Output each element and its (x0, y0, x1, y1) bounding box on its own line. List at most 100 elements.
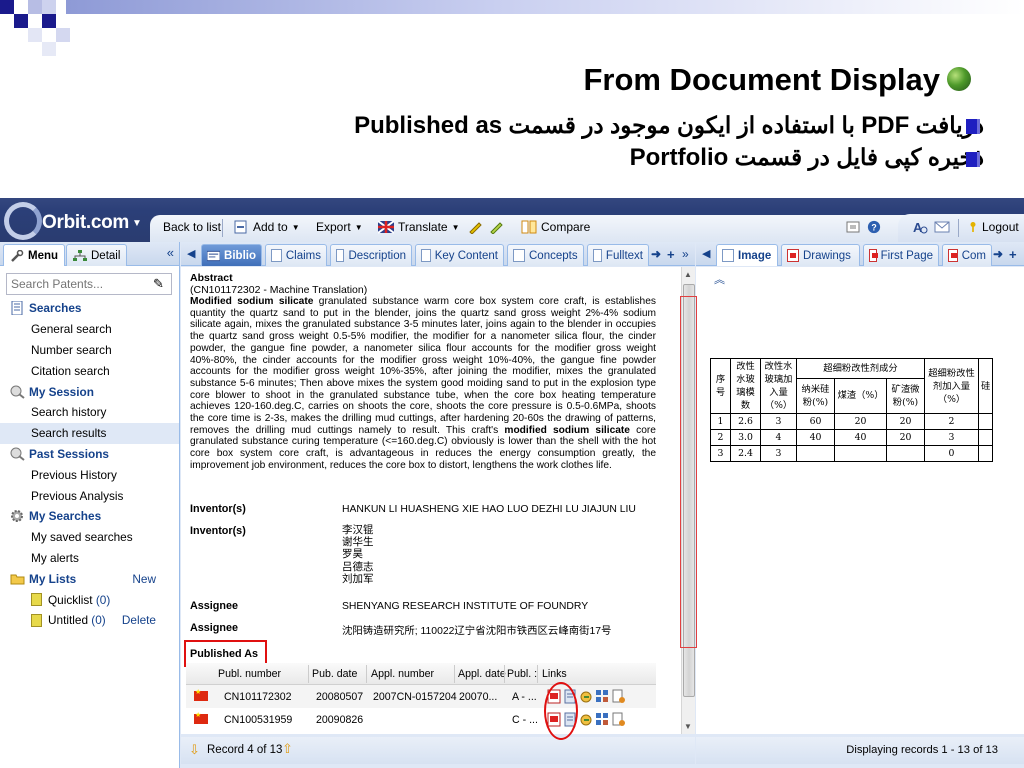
compare-button[interactable]: Compare (521, 220, 590, 234)
tab-description[interactable]: Description (330, 244, 412, 266)
table-row[interactable]: CN100531959 20090826 C - ... (186, 708, 656, 731)
scroll-left-icon[interactable]: ◀ (702, 247, 710, 260)
tab-menu[interactable]: Menu (3, 244, 66, 266)
bullet-2: ذخیره کپی فایل در قسمت Portfolio (629, 144, 984, 171)
abstract-subtitle: (CN101172302 - Machine Translation) (190, 284, 368, 296)
nav-saved-searches[interactable]: My saved searches (0, 527, 179, 548)
nav-search-history[interactable]: Search history (0, 402, 179, 423)
middle-tab-strip: ◀ Biblio Claims Description Key Content … (181, 242, 695, 266)
grid-icon[interactable] (595, 712, 610, 727)
scroll-up-icon: ▲ (684, 270, 692, 279)
wrench-icon (11, 249, 24, 262)
document-icon (722, 249, 734, 262)
nav-quicklist[interactable]: Quicklist (0) (0, 589, 179, 610)
portfolio-icon[interactable] (579, 712, 594, 727)
marker-icon[interactable] (488, 220, 504, 234)
back-to-list-button[interactable]: Back to list (163, 220, 221, 234)
tab-detail[interactable]: Detail (66, 244, 128, 266)
nav-past-sessions[interactable]: Past Sessions (0, 444, 179, 465)
add-to-button[interactable]: Add to ▼ (233, 220, 300, 234)
biblio-content: Abstract (CN101172302 - Machine Translat… (181, 267, 682, 734)
nav-previous-analysis[interactable]: Previous Analysis (0, 485, 179, 506)
tab-drawings[interactable]: Drawings (781, 244, 860, 266)
portfolio-icon[interactable] (579, 689, 594, 704)
new-list-link[interactable]: New (132, 572, 156, 586)
tab-concepts[interactable]: Concepts (507, 244, 584, 266)
document-gear-icon[interactable] (611, 689, 626, 704)
tab-image[interactable]: Image (716, 244, 778, 266)
tab-key-content[interactable]: Key Content (415, 244, 504, 266)
tab-scroll-right-icon[interactable]: ➜ (651, 247, 661, 261)
arrow-down-icon[interactable]: ⇩ (189, 742, 200, 758)
tab-biblio[interactable]: Biblio (201, 244, 262, 266)
nav-my-lists[interactable]: My Lists New (0, 568, 179, 589)
scroll-left-icon[interactable]: ◀ (187, 247, 195, 260)
orbit-app: Orbit.com ▼ Back to list Add to ▼ Export ▼… (0, 198, 1024, 768)
pdf-icon (787, 249, 799, 262)
pdf-icon (869, 249, 878, 262)
slide-decoration (0, 0, 1024, 56)
flag-china-icon (194, 688, 208, 701)
assignee-cn-label: Assignee (190, 622, 239, 634)
document-icon (513, 249, 525, 262)
search-pen-icon[interactable]: ✎ (153, 276, 164, 292)
mail-icon[interactable] (934, 220, 950, 234)
orbit-logo[interactable]: Orbit.com ▼ (2, 200, 150, 240)
orbit-ring-icon (4, 202, 42, 240)
tab-scroll-right-icon[interactable]: ➜ (993, 247, 1003, 261)
font-size-icon[interactable]: A (912, 220, 928, 234)
nav-my-searches[interactable]: My Searches (0, 506, 179, 527)
scroll-down-icon: ▼ (684, 722, 692, 731)
arrow-up-icon[interactable]: ⇧ (282, 741, 293, 757)
list-icon (31, 593, 42, 607)
nav-previous-history[interactable]: Previous History (0, 464, 179, 485)
tab-first-page[interactable]: First Page (863, 244, 939, 266)
nav-general-search[interactable]: General search (0, 319, 179, 340)
nav-my-alerts[interactable]: My alerts (0, 548, 179, 569)
collapse-left-icon[interactable]: « (167, 245, 174, 260)
nav-citation-search[interactable]: Citation search (0, 360, 179, 381)
toolbar: Orbit.com ▼ Back to list Add to ▼ Export ▼… (0, 198, 1024, 242)
tab-com[interactable]: Com (942, 244, 992, 266)
add-tab-icon[interactable]: + (1009, 247, 1017, 262)
nav-searches[interactable]: Searches (0, 298, 179, 319)
folder-icon (10, 574, 25, 585)
green-ball-icon (947, 67, 971, 91)
window-icon[interactable] (845, 220, 861, 234)
left-panel: Menu Detail « ✎ Searches General search … (0, 242, 180, 768)
delete-list-link[interactable]: Delete (122, 613, 156, 627)
assignee-label: Assignee (190, 600, 239, 612)
add-tab-icon[interactable]: + (667, 247, 675, 262)
tab-fulltext[interactable]: Fulltext (587, 244, 649, 266)
expand-up-icon[interactable]: ︽ (714, 271, 725, 287)
search-patents-input[interactable] (6, 273, 172, 295)
table-row[interactable]: CN101172302 20080507 2007CN-0157204 2007… (186, 685, 656, 708)
table-row: 2 3.0 4 40 40 20 3 (710, 429, 994, 446)
translate-button[interactable]: Translate ▼ (378, 220, 460, 234)
flag-uk-icon (378, 220, 394, 234)
nav-my-session[interactable]: My Session (0, 381, 179, 402)
compare-icon (521, 220, 537, 234)
double-right-icon[interactable]: » (682, 247, 689, 261)
bullet-square-icon (966, 119, 980, 134)
scroll-highlight (680, 296, 697, 648)
highlight-pen-icon[interactable] (467, 220, 483, 234)
pdf-icon (948, 249, 958, 262)
table-header: Publ. number Pub. date Appl. number Appl… (186, 663, 656, 685)
image-content: ︽ 序号 改性水玻璃模数 改性水玻璃加入量（%） 超细粉改性剂成分 超细粉改性剂… (696, 267, 1024, 734)
list-icon (31, 613, 42, 627)
abstract-label: Abstract (190, 272, 233, 284)
grid-icon[interactable] (595, 689, 610, 704)
nav-search-results[interactable]: Search results (0, 422, 179, 444)
right-tab-strip: ◀ Image Drawings First Page Com ➜ + (696, 242, 1024, 266)
assignee-value: SHENYANG RESEARCH INSTITUTE OF FOUNDRY (342, 601, 589, 612)
help-icon[interactable]: ? (866, 220, 882, 234)
bullet-1: دریافت PDF با استفاده از ایکون موجود در … (354, 112, 984, 139)
tab-claims[interactable]: Claims (265, 244, 327, 266)
nav-number-search[interactable]: Number search (0, 340, 179, 361)
export-button[interactable]: Export ▼ (316, 220, 363, 234)
composition-table: 序号 改性水玻璃模数 改性水玻璃加入量（%） 超细粉改性剂成分 超细粉改性剂加入… (710, 358, 994, 462)
document-gear-icon[interactable] (611, 712, 626, 727)
nav-untitled[interactable]: Untitled (0) Delete (0, 610, 179, 631)
logout-button[interactable]: Logout (968, 220, 1019, 234)
